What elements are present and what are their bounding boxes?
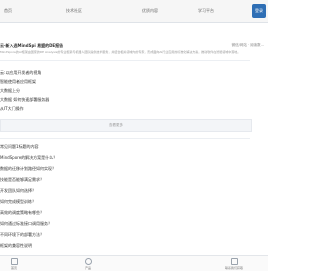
qa-item[interactable]: 如何通过标准接口调用服务？ (0, 221, 52, 227)
related-item[interactable]: 从IT大门操作 (0, 106, 24, 112)
qa-item[interactable]: 技能是否能够满足需求？ (0, 177, 44, 183)
divider (0, 138, 250, 139)
bottom-bar: 首页 产品 联系我们获取 (0, 255, 268, 271)
related-item[interactable]: 大数据上分 (0, 88, 20, 94)
related-item[interactable]: 智能使用者应用框架 (0, 79, 36, 85)
qa-item[interactable]: 数据的迁移计划路径如何实现？ (0, 166, 56, 172)
bottom-home-label: 首页 (10, 266, 17, 270)
qa-item[interactable]: 框架的兼容性说明 (0, 243, 32, 249)
nav-item-tech-community[interactable]: 技术社区 (66, 8, 82, 14)
bottom-contact-label: 联系我们获取 (224, 266, 243, 270)
nav-item-learning[interactable]: 学习平台 (198, 8, 214, 14)
related-item[interactable]: 大数据 如何快速部署服务器 (0, 97, 49, 103)
contact-icon (230, 258, 238, 265)
login-avatar[interactable]: 登录 (252, 4, 266, 18)
bottom-contact[interactable]: 联系我们获取 (204, 258, 264, 270)
article-header: 云·新入选MindSpi 易盟的DE报告 微信/网站 · 阅读数... Mind… (0, 42, 268, 56)
qa-item[interactable]: 常见问题1标题的内容 (0, 144, 39, 150)
more-label: 查看更多 (109, 123, 123, 127)
divider (0, 60, 250, 61)
qa-item[interactable]: 开发团队如何选择？ (0, 188, 36, 194)
article-summary: MindSpore的AI框架由国家的DE Analysis的专业框架与机器人团队… (0, 50, 241, 54)
home-icon (10, 258, 18, 265)
qa-item[interactable]: 不同环境下的部署方法？ (0, 232, 44, 238)
article-meta: 微信/网站 · 阅读数... (231, 43, 264, 47)
nav-item-home[interactable]: 首页 (4, 8, 12, 14)
bottom-product[interactable]: 产品 (76, 258, 100, 270)
related-item[interactable]: 云:以应用开发者的视角 (0, 70, 41, 76)
nav-item-quality-content[interactable]: 优质内容 (142, 8, 158, 14)
product-icon (84, 258, 92, 265)
bottom-home[interactable]: 首页 (4, 258, 24, 270)
bottom-product-label: 产品 (84, 266, 91, 270)
qa-item[interactable]: MindSpore的解决方案是什么？ (0, 155, 57, 161)
top-navigation-bar: 首页 技术社区 优质内容 学习平台 登录 (0, 0, 268, 23)
more-row[interactable]: 查看更多 (0, 119, 252, 132)
qa-item[interactable]: 如何完成模型训练？ (0, 199, 36, 205)
qa-item[interactable]: 高效的调度策略有哪些？ (0, 210, 44, 216)
article-title[interactable]: 云·新入选MindSpi 易盟的DE报告 (0, 43, 63, 49)
